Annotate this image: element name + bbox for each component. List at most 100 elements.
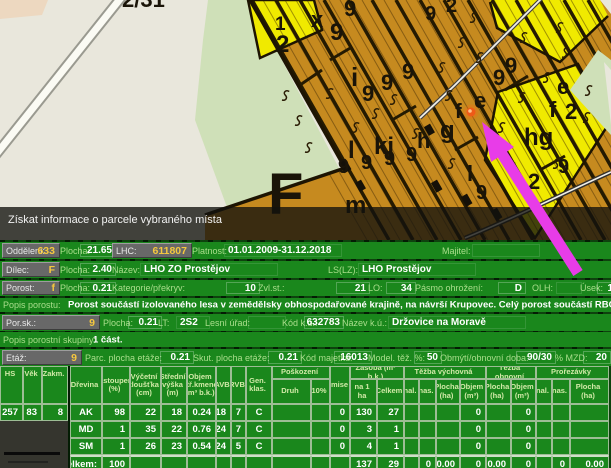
table-cell bbox=[552, 438, 570, 455]
table-total-cell bbox=[311, 455, 330, 468]
table-cell bbox=[436, 404, 460, 421]
map-label-9: 9 bbox=[406, 144, 417, 166]
info-row: Oddělení:633Plocha:21.65LHC:611807Platno… bbox=[0, 242, 611, 259]
map-label-9: 9 bbox=[402, 59, 414, 84]
info-row: Dílec:FPlocha:2.40Název:LHO ZO Prostějov… bbox=[0, 261, 611, 278]
map-label-9: 9 bbox=[493, 65, 505, 90]
table-cell: 0 bbox=[460, 404, 486, 421]
column-header-hs: HS bbox=[0, 366, 23, 404]
column-header-druh: Druh bbox=[272, 379, 311, 404]
field-value-plocha: 0.21 bbox=[80, 282, 116, 294]
table-cell bbox=[536, 438, 552, 455]
table-cell: 7 bbox=[231, 404, 246, 421]
map-label-x: x bbox=[311, 7, 324, 32]
table-cell: 1 bbox=[377, 421, 404, 438]
field-value-plocha: 2.40 bbox=[80, 263, 116, 276]
map-label-2: 2 bbox=[528, 169, 540, 194]
field-value-mzd: 20 bbox=[583, 351, 611, 364]
table-cell: 0 bbox=[330, 438, 350, 455]
table-cell bbox=[552, 421, 570, 438]
forestry-map[interactable]: 2/3112x99i9999299efef2hghglkj9999ml992F bbox=[0, 0, 611, 240]
table-cell bbox=[404, 438, 419, 455]
table-cell: 1 bbox=[377, 438, 404, 455]
field-value-k-d-majetku: 16013 bbox=[334, 351, 372, 364]
map-label-2: 2 bbox=[565, 99, 577, 124]
column-header-nal: nal. bbox=[404, 379, 419, 404]
field-label-lesn-ad: Lesní úřad: bbox=[205, 318, 250, 328]
table-cell: AK bbox=[70, 404, 102, 421]
column-header-plocha-ha: Plocha (ha) bbox=[436, 379, 460, 404]
table-total-cell: 0.00 bbox=[436, 455, 460, 468]
field-value-lo: 34 bbox=[386, 282, 416, 294]
table-cell: 3 bbox=[350, 421, 377, 438]
map-label-9: 9 bbox=[381, 70, 393, 95]
key-field-d-lec: Dílec:F bbox=[2, 262, 60, 277]
table-cell bbox=[486, 421, 511, 438]
selected-point-marker bbox=[464, 105, 479, 120]
key-field-por-sk: Por.sk.:9 bbox=[2, 315, 100, 330]
table-cell bbox=[311, 438, 330, 455]
column-header-plocha-ha: Plocha (ha) bbox=[570, 379, 609, 404]
table-cell: 0 bbox=[330, 404, 350, 421]
table-cell bbox=[436, 421, 460, 438]
table-cell bbox=[552, 404, 570, 421]
map-label-h: h bbox=[417, 128, 430, 153]
table-cell bbox=[419, 421, 436, 438]
column-group-z-soba-m-b-k: Zásoba (m³ b.k.) bbox=[350, 366, 404, 379]
table-total-cell bbox=[404, 455, 419, 468]
field-label-lo: LO: bbox=[368, 283, 383, 293]
field-text-popis-porostu: Porost součástí izolovaného lesa v zeměd… bbox=[68, 300, 611, 311]
field-value-ls-lz: LHO Prostějov bbox=[358, 263, 476, 276]
table-cell: 23 bbox=[161, 438, 187, 455]
column-header-avb: AVB bbox=[216, 366, 231, 404]
column-header-st-edn-v-ka-m: Střední výška (m) bbox=[161, 366, 187, 404]
field-value-platnost: 01.01.2009-31.12.2018 bbox=[224, 244, 342, 257]
map-label-2: 2 bbox=[276, 31, 289, 58]
column-group-po-kozen: Poškození bbox=[272, 366, 330, 379]
column-header-gen-klas: Gen. klas. bbox=[246, 366, 272, 404]
field-value-skut-plocha-et-e: 0.21 bbox=[268, 351, 302, 364]
column-header-objem-m: Objem (m³) bbox=[460, 379, 486, 404]
table-cell: 257 bbox=[0, 404, 23, 421]
field-label-popis-porostn-skupiny: Popis porostní skupiny: bbox=[3, 335, 96, 345]
table-cell: 0 bbox=[460, 438, 486, 455]
table-cell: SM bbox=[70, 438, 102, 455]
info-row: Etáž:9Parc. plocha etáže:0.21Skut. ploch… bbox=[0, 349, 611, 366]
table-cell: 0 bbox=[511, 404, 536, 421]
table-cell: 35 bbox=[130, 421, 161, 438]
table-cell bbox=[436, 438, 460, 455]
column-header-objem-m: Objem (m³) bbox=[511, 379, 536, 404]
field-label-platnost: Platnost: bbox=[192, 246, 227, 256]
info-row: Porost:fPlocha:0.21Kategorie/překryv:10Z… bbox=[0, 280, 611, 296]
column-header-celkem: Celkem bbox=[377, 379, 404, 404]
field-label: Porost: bbox=[6, 283, 35, 293]
table-total-cell bbox=[246, 455, 272, 468]
field-value-k-d-k: 632783 bbox=[304, 316, 344, 329]
table-total-cell: 0 bbox=[511, 455, 536, 468]
table-cell: 8 bbox=[42, 404, 68, 421]
table-cell bbox=[536, 421, 552, 438]
table-total-cell bbox=[330, 455, 350, 468]
field-label-skut-plocha-et-e: Skut. plocha etáže: bbox=[193, 353, 270, 363]
map-label-f: f bbox=[455, 101, 462, 123]
table-total-cell bbox=[187, 455, 216, 468]
field-value-model-t: 50 bbox=[414, 351, 442, 364]
table-cell: 0 bbox=[330, 421, 350, 438]
table-total-cell: 0.00 bbox=[486, 455, 511, 468]
map-label-e: e bbox=[557, 74, 569, 99]
table-total-cell: 100 bbox=[102, 455, 130, 468]
table-total-cell: 0.00 bbox=[570, 455, 609, 468]
table-cell: MD bbox=[70, 421, 102, 438]
field-label: Por.sk.: bbox=[6, 318, 36, 328]
table-cell: 0 bbox=[460, 421, 486, 438]
field-value-kategorie-p-ekryv: 10 bbox=[226, 282, 260, 294]
field-label-parc-plocha-et-e: Parc. plocha etáže: bbox=[85, 353, 162, 363]
column-group-pro-ez-vky: Prořezávky bbox=[536, 366, 609, 379]
column-header-rvb: RVB bbox=[231, 366, 246, 404]
field-label: Dílec: bbox=[6, 265, 29, 275]
table-cell: 24 bbox=[216, 438, 231, 455]
key-field-porost: Porost:f bbox=[2, 281, 60, 295]
column-header-zakm: Zakm. bbox=[42, 366, 68, 404]
map-label-9: 9 bbox=[384, 148, 395, 170]
table-cell: 1 bbox=[102, 421, 130, 438]
